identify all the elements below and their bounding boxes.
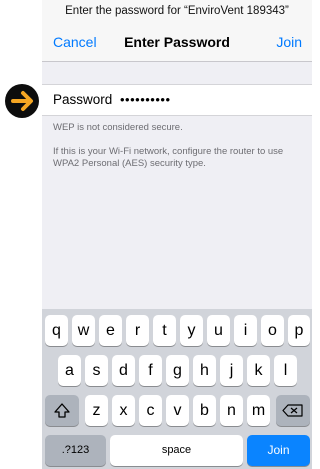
pointer-arrow-badge: [5, 84, 39, 118]
password-field[interactable]: Password ••••••••••: [42, 84, 312, 116]
key-j[interactable]: j: [220, 355, 243, 386]
join-button[interactable]: Join: [276, 22, 302, 62]
numbers-key[interactable]: .?123: [45, 435, 106, 466]
password-input[interactable]: ••••••••••: [120, 85, 171, 115]
space-key[interactable]: space: [110, 435, 243, 466]
key-r[interactable]: r: [126, 315, 149, 346]
cancel-button[interactable]: Cancel: [53, 22, 97, 62]
router-advice: If this is your Wi-Fi network, configure…: [53, 146, 284, 169]
backspace-icon: [282, 404, 303, 417]
key-e[interactable]: e: [99, 315, 122, 346]
key-k[interactable]: k: [247, 355, 270, 386]
key-f[interactable]: f: [139, 355, 162, 386]
key-g[interactable]: g: [166, 355, 189, 386]
password-prompt: Enter the password for “EnviroVent 18934…: [42, 0, 312, 22]
key-s[interactable]: s: [85, 355, 108, 386]
arrow-right-icon: [11, 91, 33, 111]
key-o[interactable]: o: [261, 315, 284, 346]
key-n[interactable]: n: [220, 395, 243, 426]
shift-key[interactable]: [45, 395, 79, 426]
join-key[interactable]: Join: [247, 435, 310, 466]
key-d[interactable]: d: [112, 355, 135, 386]
key-q[interactable]: q: [45, 315, 68, 346]
delete-key[interactable]: [276, 395, 310, 426]
key-l[interactable]: l: [274, 355, 297, 386]
key-p[interactable]: p: [288, 315, 310, 346]
key-i[interactable]: i: [234, 315, 257, 346]
shift-icon: [54, 403, 70, 418]
key-h[interactable]: h: [193, 355, 216, 386]
key-z[interactable]: z: [85, 395, 108, 426]
password-label: Password: [53, 92, 113, 107]
key-t[interactable]: t: [153, 315, 176, 346]
key-b[interactable]: b: [193, 395, 216, 426]
key-y[interactable]: y: [180, 315, 203, 346]
key-v[interactable]: v: [166, 395, 189, 426]
key-x[interactable]: x: [112, 395, 135, 426]
key-a[interactable]: a: [58, 355, 81, 386]
key-m[interactable]: m: [247, 395, 270, 426]
key-c[interactable]: c: [139, 395, 162, 426]
key-w[interactable]: w: [72, 315, 95, 346]
key-u[interactable]: u: [207, 315, 230, 346]
keyboard: q w e r t y u i o p a s d f g h j k l z …: [42, 309, 312, 469]
nav-bar: Enter Password Cancel Join: [42, 22, 312, 62]
wifi-password-screen: Enter the password for “EnviroVent 18934…: [42, 0, 312, 469]
security-warning: WEP is not considered secure.: [53, 122, 183, 133]
